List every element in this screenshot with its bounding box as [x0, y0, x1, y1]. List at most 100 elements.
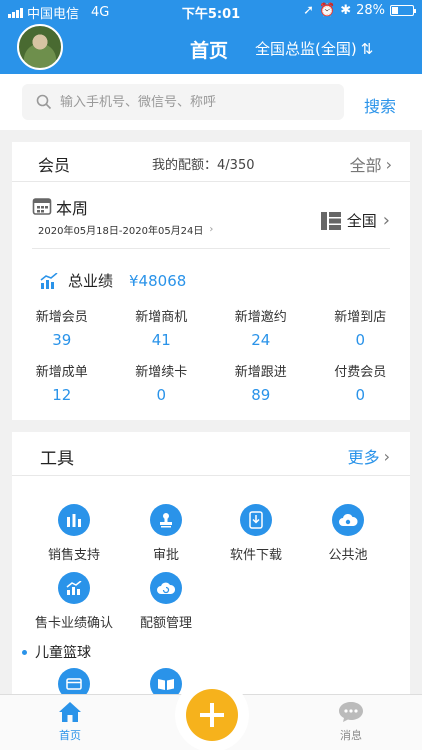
- region-label: 全国: [346, 212, 377, 230]
- app-header: 中国电信 4G 下午5:01 ➚ ⏰ ✱ 28% 首页 全国总监(全国) ⇅: [0, 0, 422, 74]
- tool-public-pool[interactable]: 公共池: [298, 504, 398, 563]
- total-performance: 总业绩 ¥48068: [40, 270, 186, 291]
- stat-item[interactable]: 付费会员 0: [311, 361, 411, 404]
- chevron-right-icon: ›: [209, 224, 214, 235]
- search-field[interactable]: [22, 84, 344, 120]
- section-children-basketball: 儿童篮球: [22, 642, 91, 662]
- stat-item[interactable]: 新增邀约 24: [211, 306, 311, 349]
- week-label: 本周: [56, 199, 89, 218]
- stat-item[interactable]: 新增跟进 89: [211, 361, 311, 404]
- search-icon: [36, 94, 52, 110]
- download-icon: [240, 504, 272, 536]
- all-members-link[interactable]: 全部 ›: [350, 152, 392, 176]
- stat-label: 新增续卡: [135, 365, 188, 380]
- chat-icon: [339, 702, 363, 722]
- tab-messages-label: 消息: [340, 729, 362, 742]
- search-button[interactable]: 搜索: [364, 93, 396, 117]
- search-input[interactable]: [60, 94, 330, 110]
- all-label: 全部: [349, 156, 382, 175]
- trend-chart-icon: [40, 272, 58, 289]
- more-tools-link[interactable]: 更多 ›: [348, 444, 390, 468]
- chevron-right-icon: ›: [383, 446, 390, 466]
- tools-card: 工具 更多 › 销售支持 审批 软件下载 公共池 售卡业绩确认 配额管理 儿童篮…: [12, 432, 410, 700]
- stat-value: 39: [52, 331, 72, 349]
- add-button-circle: [186, 689, 238, 741]
- tool-label: 公共池: [328, 548, 368, 563]
- stat-value: 41: [151, 331, 171, 349]
- page-title: 首页: [190, 40, 229, 62]
- status-bar: 中国电信 4G 下午5:01 ➚ ⏰ ✱ 28%: [0, 0, 422, 22]
- plus-icon: [200, 703, 224, 727]
- refresh-cloud-icon: [150, 572, 182, 604]
- members-header: 会员 我的配额：4/350 全部 ›: [12, 142, 410, 182]
- scope-label: 全国总监(全国): [255, 40, 357, 58]
- stat-label: 新增邀约: [234, 310, 287, 325]
- stat-value: 89: [251, 386, 271, 404]
- members-title: 会员: [38, 156, 71, 175]
- stat-value: 24: [251, 331, 271, 349]
- scope-switch[interactable]: 全国总监(全国) ⇅: [255, 38, 373, 59]
- chevron-right-icon: ›: [382, 210, 390, 231]
- stat-item[interactable]: 新增成单 12: [12, 361, 112, 404]
- bullet-dot: [22, 649, 27, 655]
- avatar[interactable]: [17, 24, 63, 70]
- tool-label: 售卡业绩确认: [34, 616, 113, 631]
- alarm-icon: ⏰: [319, 3, 336, 18]
- stat-item[interactable]: 新增商机 41: [112, 306, 212, 349]
- stat-item[interactable]: 新增会员 39: [12, 306, 112, 349]
- quota-info: 我的配额：4/350: [152, 154, 254, 173]
- battery-percent: 28%: [356, 3, 385, 18]
- stat-label: 新增到店: [334, 310, 387, 325]
- chart-up-icon: [58, 572, 90, 604]
- date-range[interactable]: 2020年05月18日-2020年05月24日 ›: [38, 222, 213, 237]
- tool-quota-management[interactable]: 配额管理: [116, 572, 216, 631]
- chevron-right-icon: ›: [385, 154, 392, 174]
- tool-sales-support[interactable]: 销售支持: [24, 504, 124, 563]
- tools-header: 工具 更多 ›: [12, 432, 410, 476]
- stat-label: 新增成单: [35, 365, 88, 380]
- more-label: 更多: [347, 448, 380, 467]
- location-icon: ➚: [303, 3, 314, 18]
- stat-label: 新增跟进: [234, 365, 287, 380]
- stat-label: 付费会员: [334, 365, 387, 380]
- bar-chart-icon: [58, 504, 90, 536]
- tab-home-label: 首页: [59, 729, 81, 742]
- total-label: 总业绩: [68, 272, 114, 290]
- list-icon: [320, 211, 341, 230]
- week-selector[interactable]: 本周 2020年05月18日-2020年05月24日 › 全国 ›: [32, 192, 390, 249]
- calendar-icon: [32, 198, 52, 215]
- home-icon: [59, 702, 81, 722]
- tool-card-sales-confirm[interactable]: 售卡业绩确认: [24, 572, 124, 631]
- section-title: 儿童篮球: [35, 645, 91, 661]
- tool-label: 配额管理: [139, 616, 192, 631]
- search-bar: 搜索: [0, 74, 422, 130]
- stat-value: 0: [156, 386, 167, 404]
- tab-home[interactable]: 首页: [40, 701, 100, 743]
- tool-approval[interactable]: 审批: [116, 504, 216, 563]
- cloud-icon: [332, 504, 364, 536]
- stat-value: 0: [355, 386, 366, 404]
- battery-icon: [390, 5, 416, 16]
- stat-label: 新增会员: [35, 310, 88, 325]
- tool-label: 软件下载: [229, 548, 282, 563]
- swap-icon: ⇅: [360, 39, 374, 58]
- tool-software-download[interactable]: 软件下载: [206, 504, 306, 563]
- bluetooth-icon: ✱: [340, 3, 352, 18]
- add-button[interactable]: [175, 678, 249, 750]
- region-selector[interactable]: 全国 ›: [320, 210, 390, 231]
- tab-messages[interactable]: 消息: [321, 701, 381, 743]
- stat-item[interactable]: 新增到店 0: [311, 306, 411, 349]
- tool-label: 销售支持: [47, 548, 100, 563]
- tool-label: 审批: [152, 548, 179, 563]
- stat-value: 0: [355, 331, 366, 349]
- members-card: 会员 我的配额：4/350 全部 › 本周 2020年05月18日-2020年0…: [12, 142, 410, 420]
- quota-value: 4/350: [217, 158, 255, 173]
- stats-grid: 新增会员 39 新增商机 41 新增邀约 24 新增到店 0 新增成单 12 新增续卡 0 新增跟进 89…: [12, 306, 410, 404]
- stamp-icon: [150, 504, 182, 536]
- stat-value: 12: [52, 386, 72, 404]
- stat-label: 新增商机: [135, 310, 188, 325]
- tools-title: 工具: [40, 449, 74, 469]
- quota-label: 我的配额：: [152, 158, 218, 173]
- stat-item[interactable]: 新增续卡 0: [112, 361, 212, 404]
- total-value: ¥48068: [129, 271, 187, 290]
